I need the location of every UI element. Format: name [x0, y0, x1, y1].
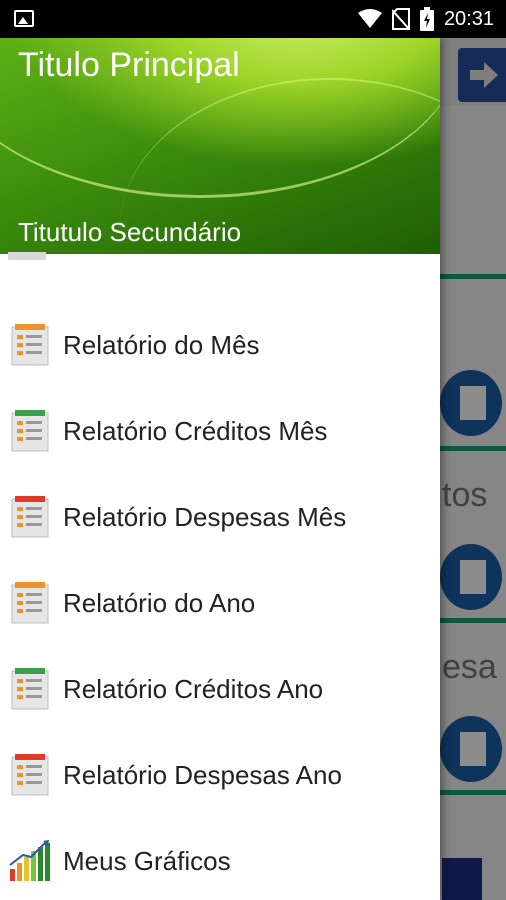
- report-green-icon: [11, 410, 49, 452]
- report-red-icon: [11, 496, 49, 538]
- menu-item-meus-graficos[interactable]: Meus Gráficos: [0, 818, 440, 900]
- report-orange-icon: [11, 582, 49, 624]
- report-red-icon: [11, 754, 49, 796]
- menu-item-label: Relatório Créditos Mês: [63, 415, 328, 446]
- menu-item-label: Relatório do Mês: [63, 329, 260, 360]
- navigation-drawer: Titulo Principal Titutulo Secundário Rel…: [0, 38, 440, 900]
- bar-chart-icon: [9, 840, 50, 881]
- menu-item-label: Relatório Despesas Ano: [63, 759, 342, 790]
- no-sim-icon: [391, 8, 410, 30]
- menu-item-relatorio-do-ano[interactable]: Relatório do Ano: [0, 560, 440, 646]
- menu-item-label: Meus Gráficos: [63, 845, 231, 876]
- menu-item-label: Relatório do Ano: [63, 587, 256, 618]
- drawer-header: Titulo Principal Titutulo Secundário: [0, 38, 440, 254]
- status-bar: 20:31: [0, 0, 506, 38]
- menu-item-relatorio-do-mes[interactable]: Relatório do Mês: [0, 302, 440, 388]
- menu-item-relatorio-creditos-ano[interactable]: Relatório Créditos Ano: [0, 646, 440, 732]
- drawer-title: Titulo Principal: [18, 46, 240, 84]
- menu-item-relatorio-despesas-ano[interactable]: Relatório Despesas Ano: [0, 732, 440, 818]
- menu-item-label: Relatório Despesas Mês: [63, 501, 347, 532]
- report-green-icon: [11, 668, 49, 710]
- clock: 20:31: [443, 7, 494, 30]
- menu-item-relatorio-despesas-mes[interactable]: Relatório Despesas Mês: [0, 474, 440, 560]
- menu-item-relatorio-creditos-mes[interactable]: Relatório Créditos Mês: [0, 388, 440, 474]
- scrolled-item-peek: [8, 252, 46, 260]
- drawer-subtitle: Titutulo Secundário: [18, 217, 242, 247]
- report-orange-icon: [11, 324, 49, 366]
- battery-charging-icon: [419, 7, 434, 31]
- menu-item-label: Relatório Créditos Ano: [63, 673, 324, 704]
- wifi-icon: [357, 9, 382, 28]
- image-notification-icon: [14, 10, 34, 27]
